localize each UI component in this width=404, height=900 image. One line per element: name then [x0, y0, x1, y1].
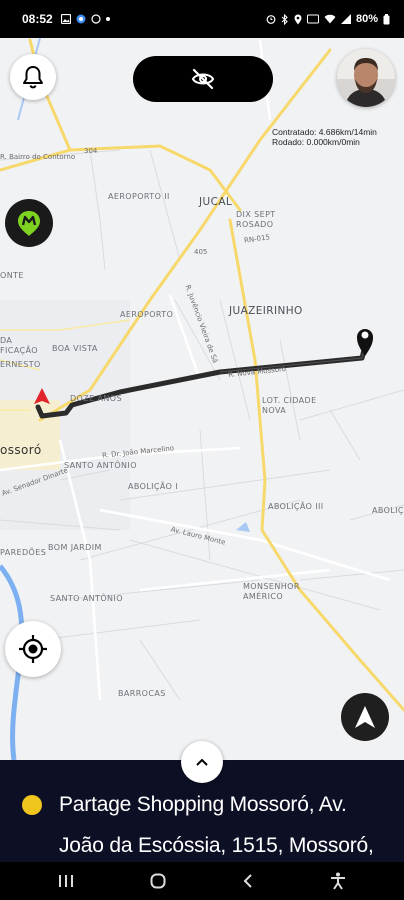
avatar-image [337, 49, 395, 107]
label-aeroporto: AEROPORTO [120, 310, 174, 319]
back-button[interactable] [242, 873, 254, 889]
destination-dot-icon [22, 795, 42, 815]
alarm-icon [266, 15, 276, 24]
lte-icon [306, 14, 319, 24]
accessibility-icon[interactable] [330, 872, 346, 890]
expand-panel-button[interactable] [181, 741, 223, 783]
label-jucal: JUCAL [199, 196, 233, 208]
status-bar: 08:52 80% [0, 0, 404, 38]
bluetooth-icon [281, 13, 288, 25]
notifications-button[interactable] [10, 54, 56, 100]
destination-pin [357, 329, 373, 356]
home-button[interactable] [150, 873, 166, 889]
chevron-up-icon [196, 758, 208, 766]
system-nav-bar [0, 862, 404, 900]
road-label-304: 304 [84, 147, 98, 155]
label-mossoro: ossoró [0, 443, 42, 457]
status-time: 08:52 [22, 12, 53, 26]
driven-distance: Rodado: 0.000km/0min [272, 137, 360, 147]
whatsapp-icon [91, 14, 101, 24]
label-ernesto: ERNESTO [0, 360, 41, 369]
signal-icon [340, 14, 351, 24]
contracted-distance: Contratado: 4.686km/14min [272, 127, 377, 137]
road-label-405: 405 [194, 248, 208, 256]
image-icon [60, 14, 71, 24]
label-boa-vista: BOA VISTA [52, 344, 98, 353]
label-santo-antonio-2: SANTO ANTÔNIO [50, 594, 123, 603]
bell-icon [23, 66, 43, 89]
brand-logo[interactable] [5, 199, 53, 247]
label-aeroporto-ii: AEROPORTO II [108, 192, 170, 201]
start-navigation-button[interactable] [341, 693, 389, 741]
battery-level: 80% [355, 13, 378, 25]
wifi-icon [324, 14, 336, 24]
eye-off-icon [191, 69, 215, 89]
road-label-bairro: R. Bairro do Contorno [0, 153, 76, 161]
location-icon [294, 14, 302, 24]
contract-info: Contratado: 4.686km/14min Rodado: 0.000k… [272, 127, 377, 147]
label-doze-anos: DOZE ANOS [70, 394, 122, 403]
label-lot-cidade-nova: LOT. CIDADE NOVA [262, 396, 317, 415]
label-paredoes: PAREDÕES [0, 548, 47, 557]
status-right: 80% [266, 13, 390, 25]
label-juazeirinho: JUAZEIRINHO [229, 305, 303, 317]
dot-icon [105, 17, 110, 21]
label-abolicao: ABOLIÇ [372, 506, 404, 515]
privacy-toggle-button[interactable] [133, 56, 273, 102]
label-da-ficacao: DA FICAÇÃO [0, 336, 38, 355]
label-santo-antonio: SANTO ANTÔNIO [64, 461, 137, 470]
label-barrocas: BARROCAS [118, 689, 166, 698]
label-abolicao-i: ABOLIÇÃO I [128, 482, 179, 491]
status-left-icons [60, 14, 110, 24]
map-icon [76, 14, 86, 24]
destination-address: Partage Shopping Mossoró, Av. João da Es… [59, 793, 374, 857]
crosshair-icon [19, 635, 47, 663]
brand-logo-icon [18, 211, 40, 236]
my-location-button[interactable] [5, 621, 61, 677]
battery-icon [383, 13, 390, 24]
label-onte: ONTE [0, 271, 24, 280]
navigation-arrow-icon [355, 706, 375, 728]
label-bom-jardim: BOM JARDIM [48, 543, 102, 552]
label-abolicao-iii: ABOLIÇÃO III [268, 502, 324, 511]
driver-avatar[interactable] [337, 49, 395, 107]
label-dix-sept-rosado: DIX SEPT ROSADO [236, 210, 276, 229]
label-monsenhor-americo: MONSENHOR AMÉRICO [243, 582, 300, 601]
recent-apps-button[interactable] [58, 874, 74, 888]
